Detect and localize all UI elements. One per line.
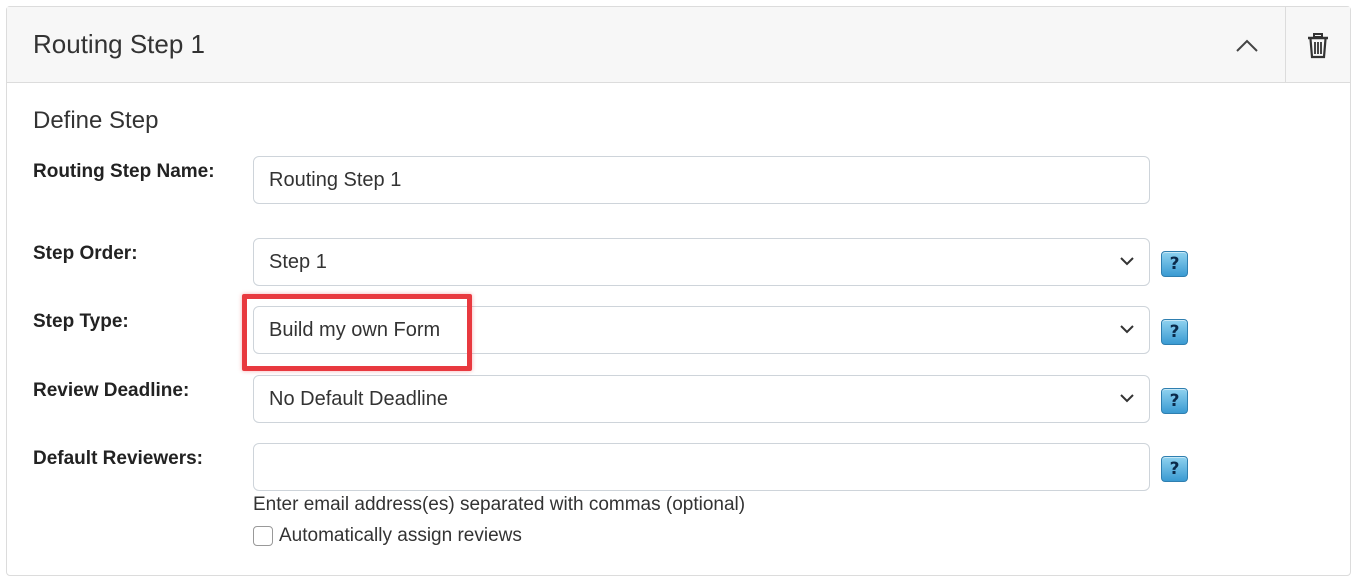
trash-icon (1308, 33, 1328, 59)
auto-assign-label[interactable]: Automatically assign reviews (279, 525, 522, 547)
chevron-down-icon (1120, 325, 1134, 334)
default-reviewers-input[interactable] (253, 443, 1150, 491)
header-divider (1285, 7, 1286, 83)
review-deadline-label: Review Deadline: (33, 380, 190, 401)
auto-assign-checkbox[interactable] (253, 526, 273, 546)
routing-step-panel: Routing Step 1 Define Step Routing Step … (6, 6, 1351, 576)
auto-assign-row: Automatically assign reviews (253, 525, 522, 547)
review-deadline-help-button[interactable]: ? (1161, 388, 1188, 414)
step-type-label: Step Type: (33, 311, 129, 332)
delete-step-button[interactable] (1299, 29, 1337, 63)
step-order-select[interactable]: Step 1 (253, 238, 1150, 286)
review-deadline-value: No Default Deadline (269, 388, 448, 410)
reviewers-hint-text: Enter email address(es) separated with c… (253, 494, 746, 515)
panel-header: Routing Step 1 (7, 7, 1350, 83)
chevron-down-icon (1120, 394, 1134, 403)
chevron-up-icon (1236, 39, 1258, 52)
review-deadline-select[interactable]: No Default Deadline (253, 375, 1150, 423)
chevron-down-icon (1120, 257, 1134, 266)
step-order-value: Step 1 (269, 251, 327, 273)
panel-title: Routing Step 1 (33, 29, 206, 59)
section-title: Define Step (33, 107, 159, 134)
default-reviewers-help-button[interactable]: ? (1161, 456, 1188, 482)
step-name-label: Routing Step Name: (33, 161, 215, 182)
step-order-label: Step Order: (33, 243, 138, 264)
default-reviewers-label: Default Reviewers: (33, 448, 204, 469)
step-type-help-button[interactable]: ? (1161, 319, 1188, 345)
step-order-help-button[interactable]: ? (1161, 251, 1188, 277)
step-type-value: Build my own Form (269, 319, 441, 341)
step-name-input[interactable] (253, 156, 1150, 204)
collapse-button[interactable] (1227, 29, 1267, 63)
step-type-select[interactable]: Build my own Form (253, 306, 1150, 354)
